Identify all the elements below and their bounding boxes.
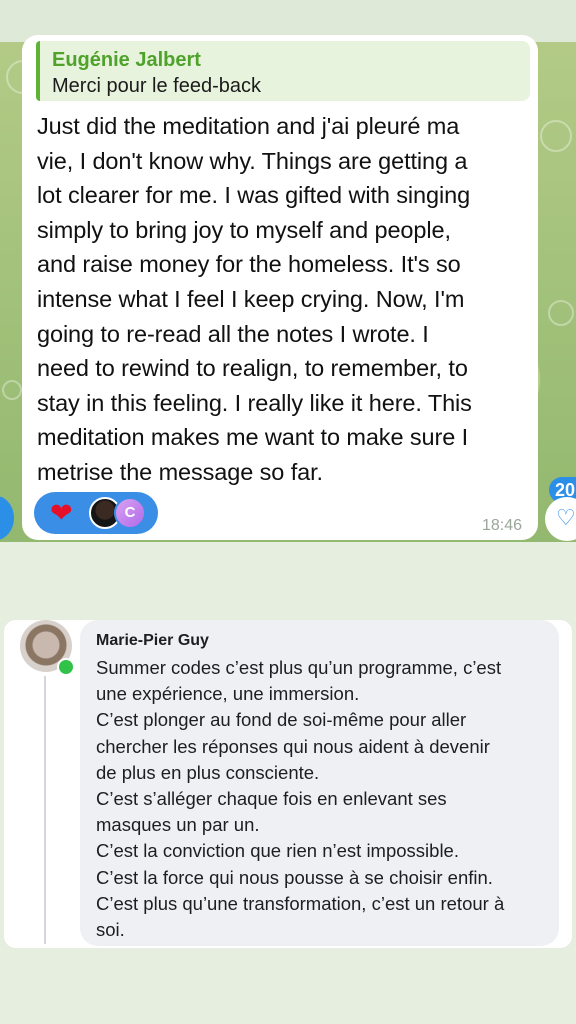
reactor-avatar-letter: C	[114, 497, 146, 529]
thread-line	[44, 676, 46, 944]
heart-outline-icon: ♡	[556, 505, 576, 530]
comment-line: chercher les réponses qui nous aident à …	[96, 735, 490, 757]
comment-line: de plus en plus consciente.	[96, 761, 320, 783]
comment-line: masques un par un.	[96, 814, 260, 836]
comment-line: C’est plus qu’une transformation, c’est …	[96, 892, 505, 914]
message-line: intense what I feel I keep crying. Now, …	[37, 285, 465, 312]
message-time: 18:46	[481, 517, 522, 534]
comment-line: C’est la conviction que rien n’est impos…	[96, 840, 459, 862]
comment-card: Marie-Pier Guy Summer codes c’est plus q…	[4, 620, 572, 948]
wallpaper-doodle	[548, 300, 574, 326]
wallpaper-doodle	[2, 380, 22, 400]
reply-quote[interactable]: Eugénie Jalbert Merci pour le feed-back	[36, 41, 530, 101]
reply-author: Eugénie Jalbert	[52, 49, 201, 71]
message-line: vie, I don't know why. Things are gettin…	[37, 147, 468, 174]
message-line: going to re-read all the notes I wrote. …	[37, 320, 429, 347]
message-bubble[interactable]: Eugénie Jalbert Merci pour le feed-back …	[22, 35, 538, 540]
comment-bubble[interactable]: Marie-Pier Guy Summer codes c’est plus q…	[80, 620, 559, 946]
comment-line: une expérience, une immersion.	[96, 683, 360, 705]
scroll-button[interactable]	[0, 496, 14, 540]
comment-line: Summer codes c’est plus qu’un programme,…	[96, 657, 502, 678]
comment-author[interactable]: Marie-Pier Guy	[96, 632, 209, 650]
reaction-pill[interactable]: ❤ C	[34, 492, 158, 534]
message-line: Just did the meditation and j'ai pleuré …	[37, 113, 460, 139]
message-line: and raise money for the homeless. It's s…	[37, 251, 461, 278]
comment-line: C’est plonger au fond de soi-même pour a…	[96, 709, 467, 731]
telegram-screenshot: Eugénie Jalbert Merci pour le feed-back …	[0, 0, 576, 542]
wallpaper-doodle	[540, 120, 572, 152]
message-text: Just did the meditation and j'ai pleuré …	[37, 109, 529, 490]
comment-line: C’est s’alléger chaque fois en enlevant …	[96, 788, 447, 810]
message-line: simply to bring joy to myself and people…	[37, 216, 451, 243]
comment-text: Summer codes c’est plus qu’un programme,…	[96, 655, 551, 943]
message-line: need to rewind to realign, to remember, …	[37, 355, 468, 382]
message-line: stay in this feeling. I really like it h…	[37, 389, 472, 416]
comment-line: C’est la force qui nous pousse à se choi…	[96, 866, 493, 888]
online-status-icon	[57, 658, 75, 676]
reply-text: Merci pour le feed-back	[52, 75, 261, 97]
message-line: lot clearer for me. I was gifted with si…	[37, 182, 471, 209]
heart-icon: ❤	[50, 498, 73, 528]
comment-line: soi.	[96, 919, 125, 941]
message-line: metrise the message so far.	[37, 458, 323, 485]
message-line: meditation makes me want to make sure I	[37, 424, 469, 451]
